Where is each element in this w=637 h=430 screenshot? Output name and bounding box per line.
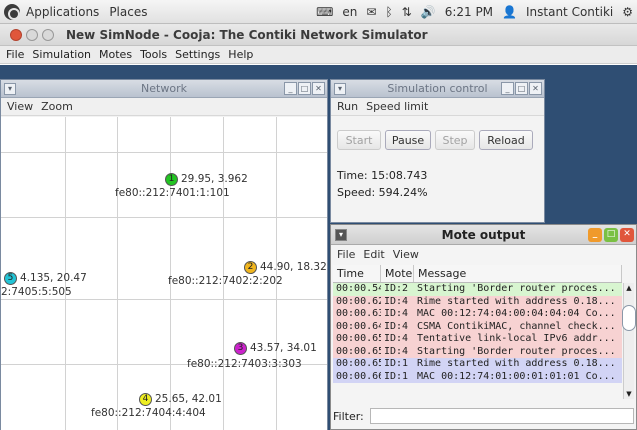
mote-output-rows: 00:00.546 ID:2 Starting 'Border router p…: [333, 283, 622, 383]
network-title: Network: [141, 82, 187, 95]
main-menubar: File Simulation Motes Tools Settings Hel…: [0, 46, 637, 64]
keyboard-icon[interactable]: ⌨: [316, 5, 333, 19]
mote-5-position: 4.135, 20.47: [20, 272, 87, 284]
mote-output-window: ▾ Mote output _ □ ✕ File Edit View Time …: [330, 224, 637, 430]
mote-1-address: fe80::212:7401:1:101: [115, 187, 230, 199]
column-header-message[interactable]: Message: [414, 265, 622, 282]
simulation-control-menubar: Run Speed limit: [331, 98, 544, 116]
mote-menu-edit[interactable]: Edit: [363, 248, 384, 261]
mote-menu-file[interactable]: File: [337, 248, 355, 261]
step-button[interactable]: Step: [435, 130, 475, 150]
minimize-icon[interactable]: _: [501, 82, 514, 95]
simulation-control-title-bar[interactable]: ▾ Simulation control _ □ ✕: [331, 80, 544, 98]
table-row[interactable]: 00:00.546 ID:2 Starting 'Border router p…: [333, 283, 622, 296]
start-button[interactable]: Start: [337, 130, 381, 150]
mote-menu-view[interactable]: View: [393, 248, 419, 261]
minimize-icon[interactable]: _: [588, 228, 602, 242]
user-icon: 👤: [502, 5, 517, 19]
network-menubar: View Zoom: [1, 98, 327, 116]
mote-3-address: fe80::212:7403:3:303: [187, 358, 302, 370]
simulation-time: Time: 15:08.743: [337, 169, 428, 182]
network-menu-view[interactable]: View: [7, 100, 33, 113]
mote-output-table-header: Time Mote Message: [333, 265, 622, 283]
column-header-mote[interactable]: Mote: [381, 265, 414, 282]
power-gear-icon[interactable]: ⚙: [622, 5, 633, 19]
simulator-desktop: ▾ Network _ □ ✕ View Zoom 1 29.95, 3.962…: [0, 65, 637, 430]
mote-3-position: 43.57, 34.01: [250, 342, 317, 354]
user-name[interactable]: Instant Contiki: [526, 5, 613, 19]
mote-4-address: fe80::212:7404:4:404: [91, 407, 206, 419]
network-window: ▾ Network _ □ ✕ View Zoom 1 29.95, 3.962…: [0, 79, 328, 430]
menu-simulation[interactable]: Simulation: [32, 48, 91, 61]
maximize-icon[interactable]: [42, 28, 54, 41]
filter-bar: Filter:: [333, 405, 634, 427]
table-row[interactable]: 00:00.634 ID:4 MAC 00:12:74:04:00:04:04:…: [333, 308, 622, 321]
table-row[interactable]: 00:00.658 ID:4 Starting 'Border router p…: [333, 345, 622, 358]
close-icon[interactable]: ✕: [620, 228, 634, 242]
minimize-icon[interactable]: [26, 28, 38, 41]
network-title-bar[interactable]: ▾ Network _ □ ✕: [1, 80, 327, 98]
clock[interactable]: 6:21 PM: [445, 5, 493, 19]
sim-menu-run[interactable]: Run: [337, 100, 358, 113]
applications-menu[interactable]: Applications: [26, 5, 99, 19]
table-row[interactable]: 00:00.668 ID:1 MAC 00:12:74:01:00:01:01:…: [333, 370, 622, 383]
maximize-icon[interactable]: □: [604, 228, 618, 242]
pause-button[interactable]: Pause: [385, 130, 431, 150]
menu-motes[interactable]: Motes: [99, 48, 132, 61]
table-row[interactable]: 00:00.655 ID:4 Tentative link-local IPv6…: [333, 333, 622, 346]
column-header-time[interactable]: Time: [333, 265, 381, 282]
top-panel: Applications Places ⌨ en ✉ ᛒ ⇅ 🔊 6:21 PM…: [0, 0, 637, 24]
scroll-up-icon[interactable]: ▲: [624, 283, 634, 293]
close-icon[interactable]: [10, 28, 22, 41]
system-tray: ⌨ en ✉ ᛒ ⇅ 🔊 6:21 PM 👤 Instant Contiki ⚙: [316, 0, 633, 24]
menu-file[interactable]: File: [6, 48, 24, 61]
mote-4-circle[interactable]: 4: [139, 393, 152, 406]
places-menu[interactable]: Places: [109, 5, 147, 19]
menu-tools[interactable]: Tools: [140, 48, 167, 61]
ubuntu-logo-icon[interactable]: [4, 3, 20, 20]
table-row[interactable]: 00:00.643 ID:4 CSMA ContikiMAC, channel …: [333, 320, 622, 333]
maximize-icon[interactable]: □: [298, 82, 311, 95]
window-title-bar: New SimNode - Cooja: The Contiki Network…: [0, 24, 637, 46]
filter-input[interactable]: [369, 408, 634, 424]
mote-5-address: 2:7405:5:505: [1, 286, 72, 298]
simulation-control-window: ▾ Simulation control _ □ ✕ Run Speed lim…: [330, 79, 545, 223]
mote-3-circle[interactable]: 3: [234, 342, 247, 355]
window-title: New SimNode - Cooja: The Contiki Network…: [66, 27, 428, 42]
maximize-icon[interactable]: □: [515, 82, 528, 95]
close-icon[interactable]: ✕: [312, 82, 325, 95]
table-row[interactable]: 00:00.625 ID:4 Rime started with address…: [333, 295, 622, 308]
bluetooth-icon[interactable]: ᛒ: [385, 5, 392, 19]
mote-2-address: fe80::212:7402:2:202: [168, 275, 283, 287]
mote-1-position: 29.95, 3.962: [181, 173, 248, 185]
table-row[interactable]: 00:00.659 ID:1 Rime started with address…: [333, 358, 622, 371]
mail-icon[interactable]: ✉: [366, 5, 376, 19]
menu-settings[interactable]: Settings: [175, 48, 220, 61]
menu-help[interactable]: Help: [228, 48, 253, 61]
sim-menu-speed-limit[interactable]: Speed limit: [366, 100, 428, 113]
mote-output-scrollbar[interactable]: ▲ ▼: [622, 283, 636, 399]
network-icon[interactable]: ⇅: [402, 5, 412, 19]
mote-2-position: 44.90, 18.32: [260, 261, 327, 273]
scroll-thumb[interactable]: [622, 305, 636, 331]
mote-output-title-bar[interactable]: ▾ Mote output _ □ ✕: [331, 225, 636, 245]
keyboard-layout[interactable]: en: [342, 5, 357, 19]
scroll-down-icon[interactable]: ▼: [624, 389, 634, 399]
mote-1-circle[interactable]: 1: [165, 173, 178, 186]
filter-label: Filter:: [333, 409, 364, 423]
reload-button[interactable]: Reload: [479, 130, 533, 150]
minimize-icon[interactable]: _: [284, 82, 297, 95]
mote-output-menubar: File Edit View: [331, 245, 636, 263]
network-menu-zoom[interactable]: Zoom: [41, 100, 73, 113]
mote-4-position: 25.65, 42.01: [155, 393, 222, 405]
mote-2-circle[interactable]: 2: [244, 261, 257, 274]
mote-5-circle[interactable]: 5: [4, 272, 17, 285]
close-icon[interactable]: ✕: [529, 82, 542, 95]
network-canvas[interactable]: 1 29.95, 3.962 fe80::212:7401:1:101 2 44…: [1, 117, 327, 430]
simulation-speed: Speed: 594.24%: [337, 186, 428, 199]
volume-icon[interactable]: 🔊: [421, 5, 436, 19]
